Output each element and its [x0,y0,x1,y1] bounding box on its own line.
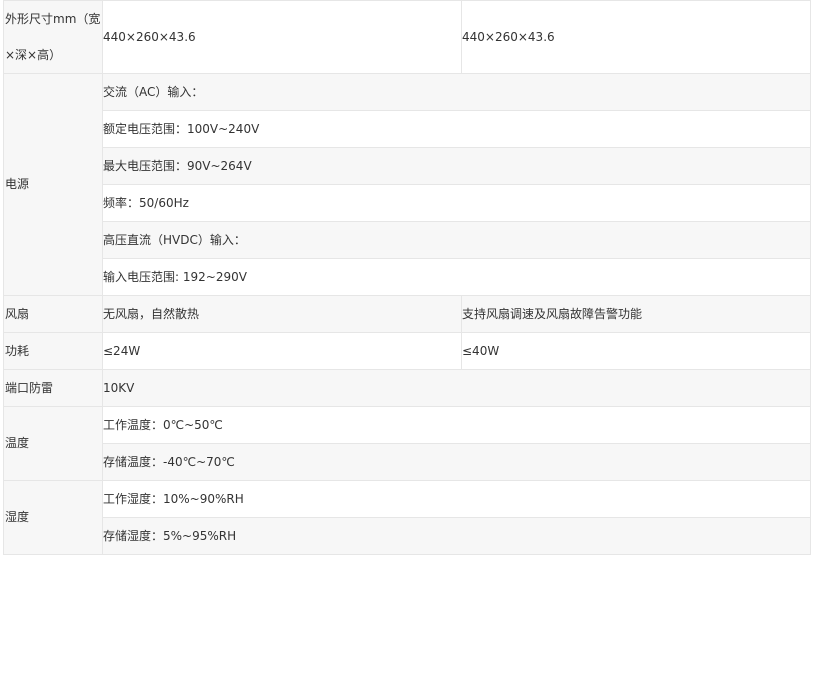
row-surge: 端口防雷 10KV [3,369,811,407]
label-power: 电源 [3,73,103,296]
power-line-5: 高压直流（HVDC）输入： [102,221,811,259]
row-temperature-2: 存储温度：-40℃~70℃ [4,443,811,481]
dimensions-value-b: 440×260×43.6 [461,0,811,74]
label-humidity: 湿度 [3,480,103,555]
row-power-5: 高压直流（HVDC）输入： [4,221,811,259]
label-fan: 风扇 [3,295,103,333]
label-dimensions: 外形尺寸mm（宽×深×高） [3,0,103,74]
row-humidity-2: 存储湿度：5%~95%RH [4,517,811,555]
fan-value-b: 支持风扇调速及风扇故障告警功能 [461,295,811,333]
dimensions-value-a: 440×260×43.6 [102,0,462,74]
row-dimensions: 外形尺寸mm（宽×深×高） 440×260×43.6 440×260×43.6 [3,0,811,74]
power-line-1: 交流（AC）输入： [102,73,811,111]
row-temperature-1: 温度 工作温度：0℃~50℃ [3,406,811,481]
fan-value-a: 无风扇，自然散热 [102,295,462,333]
humidity-line-1: 工作湿度：10%~90%RH [102,480,811,518]
row-fan: 风扇 无风扇，自然散热 支持风扇调速及风扇故障告警功能 [3,295,811,333]
power-line-2: 额定电压范围：100V~240V [102,110,811,148]
power-line-3: 最大电压范围：90V~264V [102,147,811,185]
label-consumption: 功耗 [3,332,103,370]
row-humidity-1: 湿度 工作湿度：10%~90%RH [3,480,811,555]
label-temperature: 温度 [3,406,103,481]
row-consumption: 功耗 ≤24W ≤40W [3,332,811,370]
consumption-value-a: ≤24W [102,332,462,370]
power-line-6: 输入电压范围: 192~290V [102,258,811,296]
row-power-4: 频率：50/60Hz [4,184,811,222]
power-line-4: 频率：50/60Hz [102,184,811,222]
row-power-1: 电源 交流（AC）输入： [3,73,811,296]
humidity-line-2: 存储湿度：5%~95%RH [102,517,811,555]
spec-table: 外形尺寸mm（宽×深×高） 440×260×43.6 440×260×43.6 … [3,0,811,555]
temperature-line-1: 工作温度：0℃~50℃ [102,406,811,444]
temperature-line-2: 存储温度：-40℃~70℃ [102,443,811,481]
row-power-6: 输入电压范围: 192~290V [4,258,811,296]
label-surge: 端口防雷 [3,369,103,407]
row-power-3: 最大电压范围：90V~264V [4,147,811,185]
row-power-2: 额定电压范围：100V~240V [4,110,811,148]
consumption-value-b: ≤40W [461,332,811,370]
surge-value: 10KV [102,369,811,407]
